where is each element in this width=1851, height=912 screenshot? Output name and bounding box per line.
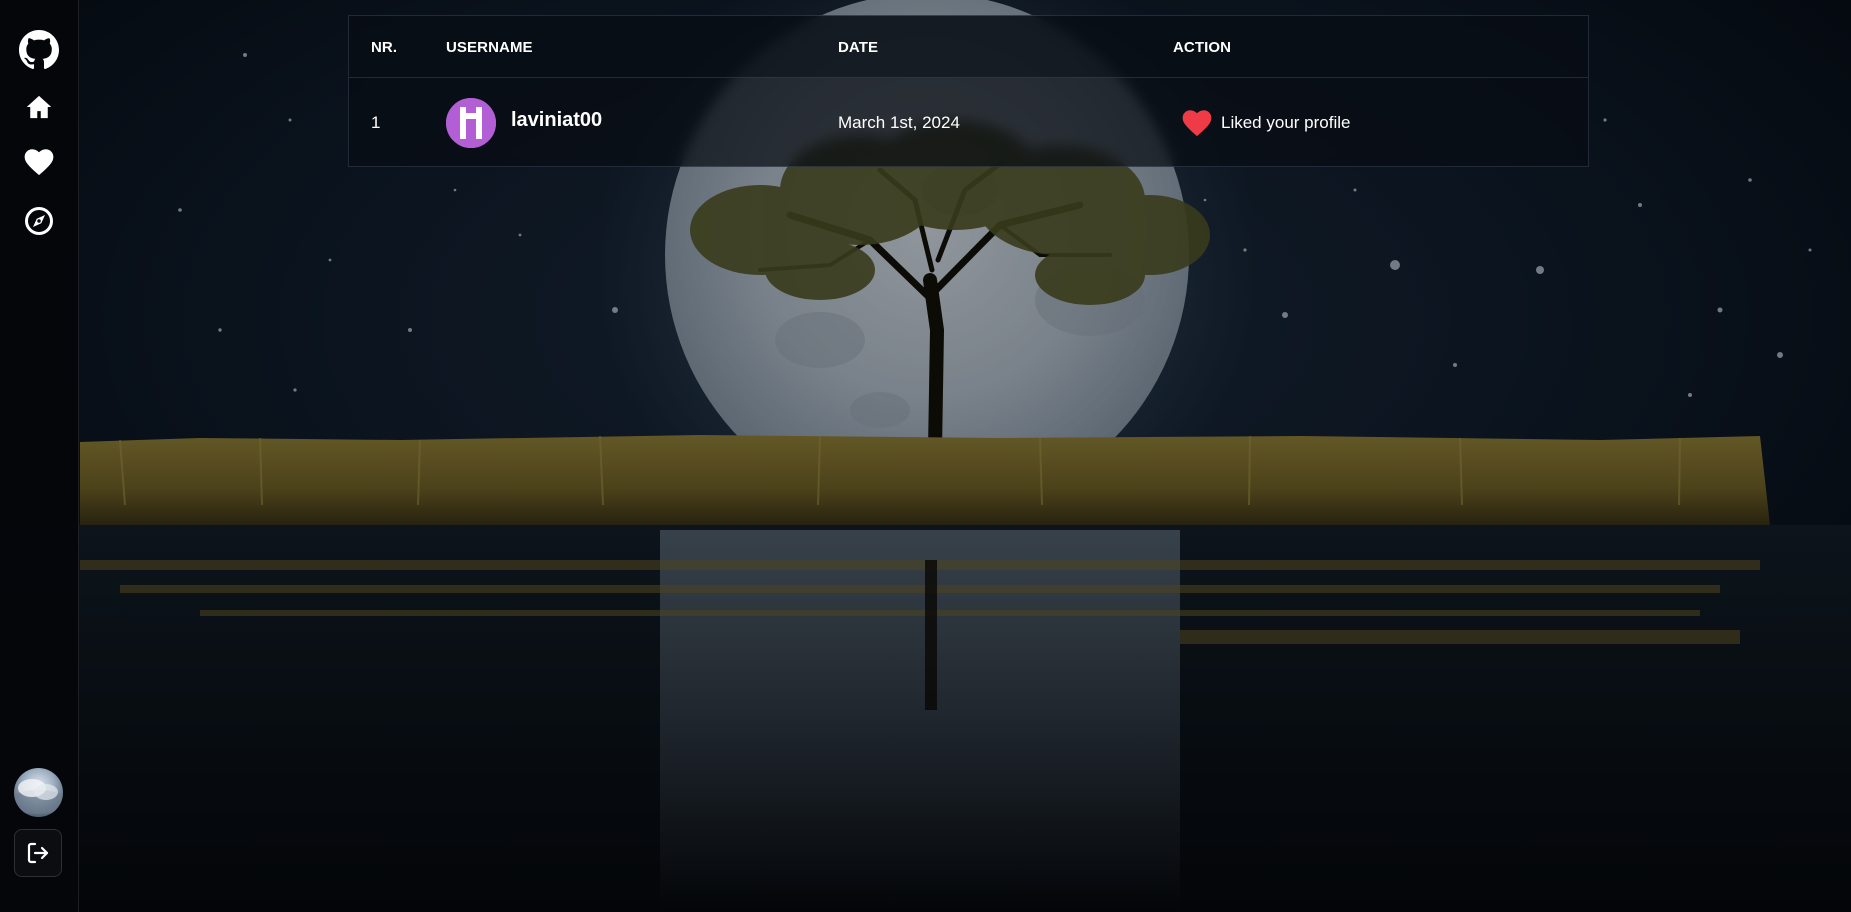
heart-icon [1182, 110, 1212, 137]
user-avatar[interactable] [14, 768, 63, 817]
table-header: NR. USERNAME DATE ACTION [349, 16, 1588, 78]
row-date: March 1st, 2024 [838, 113, 960, 132]
likes-page: NR. USERNAME DATE ACTION 1 laviniat00 Ma… [0, 0, 1851, 912]
sidebar-item-explore[interactable] [19, 201, 59, 241]
sidebar-item-likes[interactable] [19, 142, 59, 182]
column-header-date: DATE [838, 39, 879, 56]
logout-icon [27, 842, 49, 864]
row-action: Liked your profile [1221, 113, 1351, 132]
column-header-action: ACTION [1173, 39, 1232, 56]
home-icon [26, 95, 52, 119]
column-header-nr: NR. [371, 39, 398, 56]
compass-icon [25, 207, 53, 235]
row-username[interactable]: laviniat00 [511, 109, 602, 132]
column-header-username: USERNAME [446, 39, 533, 56]
row-number: 1 [371, 113, 381, 132]
heart-icon [24, 149, 54, 176]
row-user-avatar[interactable] [446, 98, 496, 148]
likes-table: NR. USERNAME DATE ACTION 1 laviniat00 Ma… [348, 15, 1589, 167]
github-icon [19, 30, 59, 70]
logout-button[interactable] [14, 829, 62, 877]
github-logo-link[interactable] [19, 30, 59, 70]
sidebar-item-home[interactable] [19, 87, 59, 127]
avatar-image [14, 779, 63, 814]
sidebar [0, 0, 79, 912]
table-row: 1 laviniat00 March 1st, 2024 Liked your … [349, 77, 1588, 167]
identicon-image [446, 98, 496, 148]
